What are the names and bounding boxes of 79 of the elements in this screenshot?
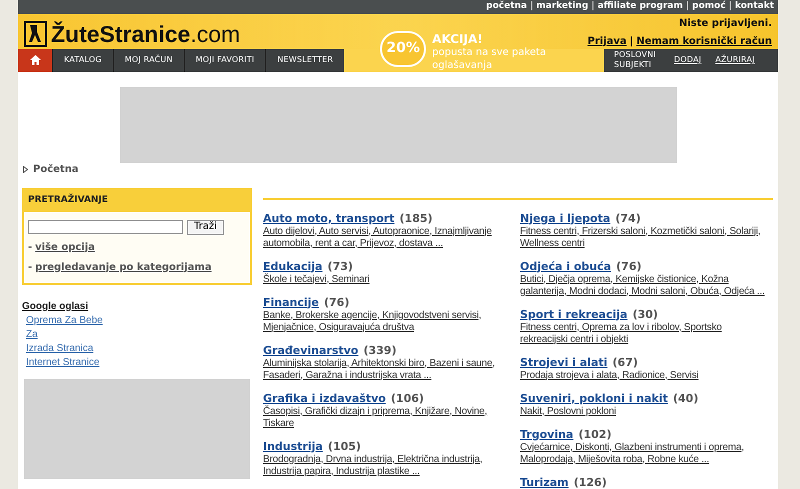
search-title: PRETRAŽIVANJE	[24, 190, 250, 212]
category-count: (73)	[328, 260, 353, 272]
category-link[interactable]: Turizam	[520, 476, 569, 488]
ad-link[interactable]: Oprema Za Bebe	[22, 314, 103, 328]
ad-link[interactable]: Internet Stranice	[22, 356, 100, 370]
category-count: (339)	[363, 344, 396, 356]
category-count: (106)	[390, 392, 424, 404]
subcategory-links[interactable]: Nakit, Poslovni pokloni	[520, 406, 771, 418]
link-separator: |	[686, 0, 690, 13]
category-count: (76)	[324, 296, 350, 308]
category-count: (30)	[632, 308, 658, 320]
category-link[interactable]: Trgovina	[520, 428, 574, 440]
subcategory-links[interactable]: Cvjećarnice, Diskonti, Glazbeni instrumenti i oprema, Maloprodaja, Miješovita roba, Robne kuće ...	[520, 442, 771, 466]
dash-bullet: -	[28, 240, 32, 254]
category-count: (105)	[328, 440, 361, 452]
category-link[interactable]: Odjeća i obuća	[520, 260, 612, 272]
home-tab[interactable]	[18, 48, 52, 72]
top-link[interactable]: affiliate program	[598, 0, 683, 14]
walking-fingers-logo-icon	[24, 21, 47, 47]
category-link[interactable]: Edukacija	[263, 260, 322, 272]
subcategory-links[interactable]: Brodogradnja, Drvna industrija, Električna industrija, Industrija papira, Industrija plastike ...	[263, 454, 514, 478]
link-separator: |	[630, 34, 634, 48]
nav-tab[interactable]: KATALOG	[52, 48, 113, 72]
subcategory-links[interactable]: Prodaja strojeva i alata, Radionice, Servisi	[520, 370, 771, 382]
triangle-icon	[23, 166, 28, 173]
home-icon	[30, 55, 40, 65]
search-button[interactable]: Traži	[187, 220, 224, 234]
category-link[interactable]: Grafika i izdavaštvo	[263, 392, 386, 404]
category-link[interactable]: Industrija	[263, 440, 323, 452]
category-count: (74)	[615, 212, 641, 224]
promo-text: popusta na sve paketa oglašavanja	[432, 46, 547, 72]
dash-bullet: -	[28, 260, 32, 274]
top-link[interactable]: kontakt	[735, 0, 774, 14]
link-separator: |	[728, 0, 732, 13]
category-link[interactable]: Auto moto, transport	[263, 212, 394, 224]
login-link[interactable]: Nemam korisnički račun	[636, 34, 772, 48]
search-field[interactable]	[28, 220, 183, 234]
discount-bubble: 20%	[380, 30, 426, 66]
subcategory-links[interactable]: Butici, Dječja oprema, Kemijske čistionice, Kožna galanterija, Modni dodaci, Modni saloni, Obuća, Odjeća ...	[520, 274, 771, 298]
category-link[interactable]: Sport i rekreacija	[520, 308, 628, 320]
category-count: (40)	[673, 392, 698, 404]
business-link[interactable]: AŽURIRAJ	[715, 54, 755, 66]
breadcrumb[interactable]: Početna	[33, 162, 79, 177]
link-separator: |	[530, 0, 534, 13]
category-link[interactable]: Suveniri, pokloni i nakit	[520, 392, 668, 404]
category-count: (126)	[574, 476, 607, 488]
category-link[interactable]: Financije	[263, 296, 319, 308]
ad-link[interactable]: Izrada Stranica	[22, 342, 94, 356]
nav-tab[interactable]: MOJI FAVORITI	[184, 48, 266, 72]
business-title: POSLOVNI SUBJEKTI	[613, 50, 657, 70]
ads-title[interactable]: Google oglasi	[22, 300, 252, 314]
subcategory-links[interactable]: Škole i tečajevi, Seminari	[263, 274, 514, 286]
top-link[interactable]: marketing	[536, 0, 588, 14]
top-link[interactable]: početna	[486, 0, 527, 14]
category-link[interactable]: Strojevi i alati	[520, 356, 608, 368]
promo-title: AKCIJA!	[432, 32, 484, 46]
search-option-link[interactable]: pregledavanje po kategorijama	[35, 260, 212, 274]
top-link[interactable]: pomoć	[692, 0, 726, 14]
subcategory-links[interactable]: Fitness centri, Frizerski saloni, Kozmetički saloni, Solariji, Wellness centri	[520, 226, 771, 250]
category-count: (76)	[616, 260, 642, 272]
category-link[interactable]: Građevinarstvo	[263, 344, 358, 356]
nav-tab[interactable]: MOJ RAČUN	[112, 48, 184, 72]
subcategory-links[interactable]: Auto dijelovi, Auto servisi, Autopraonice, Iznajmljivanje automobila, rent a car, Prijevoz, dostava ...	[263, 226, 514, 250]
category-count: (185)	[400, 212, 433, 224]
category-link[interactable]: Njega i ljepota	[520, 212, 610, 224]
ad-link[interactable]: Za	[22, 328, 38, 342]
login-link[interactable]: Prijava	[588, 34, 627, 48]
login-status: Niste prijavljeni.	[679, 16, 772, 30]
category-count: (102)	[578, 428, 612, 440]
subcategory-links[interactable]: Fitness centri, Oprema za lov i ribolov, Sportsko rekreacijski centri i objekti	[520, 322, 771, 346]
site-logo[interactable]: ŽuteStranice.com	[51, 22, 240, 46]
category-count: (67)	[612, 356, 638, 368]
search-option-link[interactable]: više opcija	[35, 240, 95, 254]
subcategory-links[interactable]: Aluminijska stolarija, Arhitektonski biro, Bazeni i saune, Fasaderi, Garažna i industrijska vrata ...	[263, 358, 514, 382]
subcategory-links[interactable]: Banke, Brokerske agencije, Knjigovodstveni servisi, Mjenjačnice, Osiguravajuća društva	[263, 310, 514, 334]
nav-tab[interactable]: NEWSLETTER	[265, 48, 344, 72]
link-separator: |	[591, 0, 595, 13]
business-link[interactable]: DODAJ	[674, 54, 702, 66]
subcategory-links[interactable]: Časopisi, Grafički dizajn i priprema, Knjižare, Novine, Tiskare	[263, 406, 514, 430]
